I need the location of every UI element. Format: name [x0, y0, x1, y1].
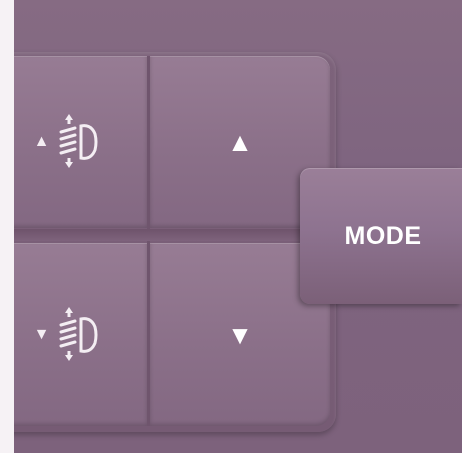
- cluster-divider-horizontal: [0, 229, 330, 241]
- headlight-beam-up-icon: ▲: [34, 112, 114, 172]
- headlight-beam-down-button[interactable]: ▼: [0, 243, 147, 426]
- headlight-icon: [59, 114, 98, 168]
- beam-down-arrow: ▼: [33, 325, 50, 343]
- arrow-down-icon: ▼: [227, 319, 253, 350]
- mode-button-label: MODE: [344, 221, 422, 250]
- mode-button[interactable]: MODE: [300, 168, 462, 304]
- control-panel: ▲ ▲ ▼ ▼ MODE: [0, 0, 462, 453]
- headlight-beam-up-button[interactable]: ▲: [0, 56, 147, 228]
- beam-up-arrow: ▲: [33, 133, 50, 150]
- headlight-beam-down-icon: ▼: [34, 305, 114, 365]
- headlight-icon: [59, 306, 98, 361]
- left-edge-strip: [0, 0, 14, 453]
- arrow-up-icon: ▲: [227, 127, 253, 157]
